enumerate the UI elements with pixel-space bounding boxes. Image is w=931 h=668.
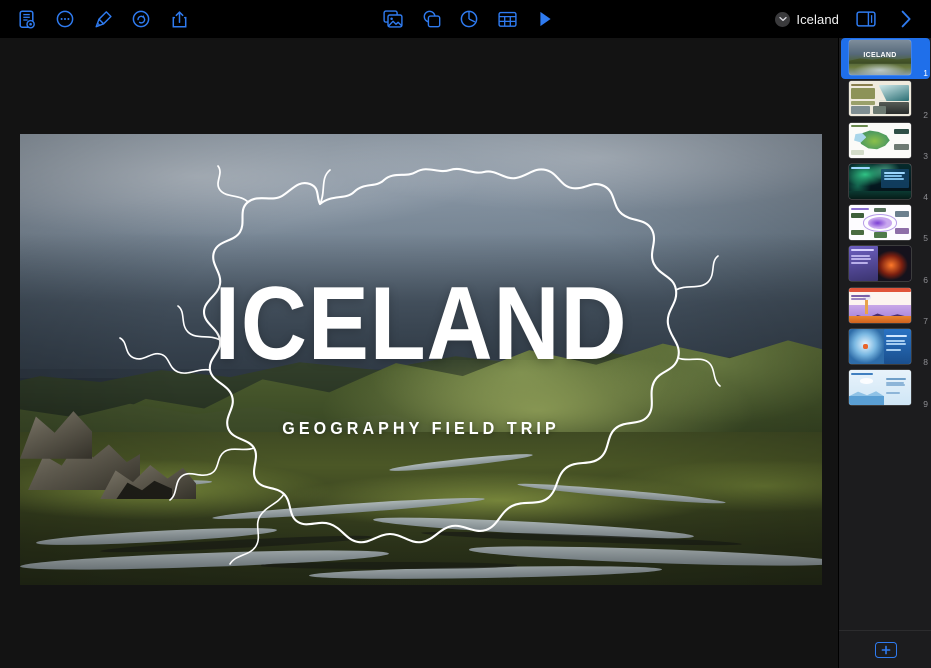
share-button[interactable] bbox=[160, 3, 198, 35]
slide-thumbnail-5[interactable]: 5 bbox=[839, 203, 931, 244]
slide-thumbnail-6[interactable]: 6 bbox=[839, 244, 931, 285]
format-panel-toggle[interactable] bbox=[847, 3, 885, 35]
play-button[interactable] bbox=[526, 3, 564, 35]
thumbnail-image bbox=[849, 246, 911, 282]
slide-thumbnail-4[interactable]: 4 bbox=[839, 162, 931, 203]
insert-chart-button[interactable] bbox=[450, 3, 488, 35]
toolbar-left-group bbox=[0, 3, 198, 35]
expand-panel-button[interactable] bbox=[887, 3, 925, 35]
thumbnail-image bbox=[849, 122, 911, 158]
slide-number: 2 bbox=[923, 109, 928, 120]
slide-thumbnail-3[interactable]: 3 bbox=[839, 121, 931, 162]
zoom-more-button[interactable] bbox=[46, 3, 84, 35]
add-slide-button[interactable] bbox=[874, 641, 897, 658]
navigator-view-button[interactable] bbox=[8, 3, 46, 35]
slide-number: 5 bbox=[923, 233, 928, 244]
slide-subtitle[interactable]: GEOGRAPHY FIELD TRIP bbox=[52, 418, 790, 439]
slide-thumbnail-1[interactable]: ICELAND 1 bbox=[839, 38, 931, 79]
slide-editor[interactable]: ICELAND GEOGRAPHY FIELD TRIP bbox=[20, 134, 822, 585]
toolbar: Iceland bbox=[0, 0, 931, 38]
slide-number: 6 bbox=[923, 274, 928, 285]
insert-shape-button[interactable] bbox=[412, 3, 450, 35]
slide-thumbnail-7[interactable]: 7 bbox=[839, 286, 931, 327]
thumbnail-image bbox=[849, 205, 911, 241]
thumbnail-image: ICELAND bbox=[849, 40, 911, 75]
thumbnail-image bbox=[849, 287, 911, 323]
add-slide-bar bbox=[839, 630, 931, 668]
slide-number: 1 bbox=[923, 68, 928, 79]
insert-table-button[interactable] bbox=[488, 3, 526, 35]
slide-canvas-area[interactable]: ICELAND GEOGRAPHY FIELD TRIP bbox=[0, 38, 838, 668]
document-title[interactable]: Iceland bbox=[794, 12, 845, 27]
slide-thumbnail-8[interactable]: 8 bbox=[839, 327, 931, 368]
toolbar-center-group bbox=[374, 0, 564, 38]
insert-media-button[interactable] bbox=[374, 3, 412, 35]
slide-number: 7 bbox=[923, 316, 928, 327]
slide-number: 4 bbox=[923, 192, 928, 203]
slide-number: 3 bbox=[923, 150, 928, 161]
chevron-down-icon[interactable] bbox=[775, 11, 791, 27]
keynote-window: Iceland ICELAND GEOGRAPHY FIELD TRIP ICE… bbox=[0, 0, 931, 668]
slide-thumbnail-9[interactable]: 9 bbox=[839, 368, 931, 409]
thumbnail-image bbox=[849, 370, 911, 406]
thumbnail-image bbox=[849, 329, 911, 365]
slide-title[interactable]: ICELAND bbox=[68, 272, 774, 376]
format-paintbrush-button[interactable] bbox=[84, 3, 122, 35]
slide-thumbnail-2[interactable]: 2 bbox=[839, 79, 931, 120]
slide-number: 8 bbox=[923, 357, 928, 368]
toolbar-right-group: Iceland bbox=[775, 0, 925, 38]
slide-thumbnail-list[interactable]: ICELAND 1 2 3 4 5 6 7 8 9 bbox=[839, 38, 931, 630]
slide-number: 9 bbox=[923, 398, 928, 409]
thumbnail-image bbox=[849, 81, 911, 117]
thumbnail-image bbox=[849, 163, 911, 199]
animate-button[interactable] bbox=[122, 3, 160, 35]
slide-navigator[interactable]: ICELAND 1 2 3 4 5 6 7 8 9 bbox=[838, 38, 931, 668]
